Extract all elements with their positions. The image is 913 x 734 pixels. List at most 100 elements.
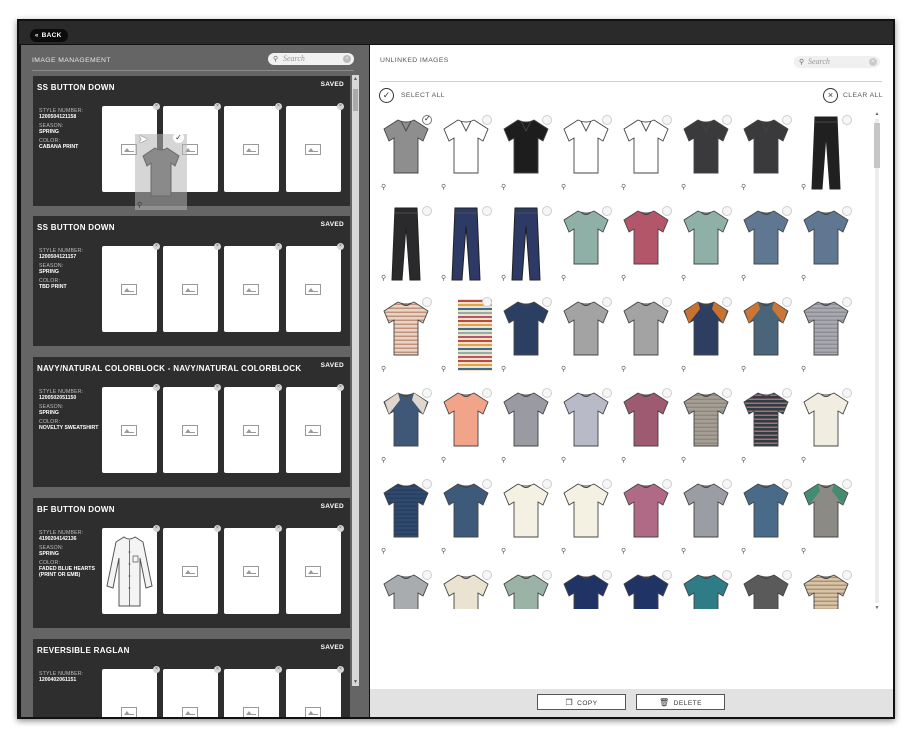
- select-checkbox[interactable]: [482, 297, 492, 307]
- zoom-icon[interactable]: ⚲: [741, 456, 746, 464]
- zoom-icon[interactable]: ⚲: [501, 274, 506, 282]
- zoom-icon[interactable]: ⚲: [681, 456, 686, 464]
- unlinked-image-thumb[interactable]: ⚲: [498, 113, 554, 193]
- remove-icon[interactable]: ×: [214, 384, 221, 391]
- select-checkbox[interactable]: [602, 388, 612, 398]
- unlinked-image-thumb[interactable]: ⚲: [798, 204, 854, 284]
- select-checkbox[interactable]: [422, 206, 432, 216]
- zoom-icon[interactable]: ⚲: [741, 365, 746, 373]
- unlinked-image-thumb[interactable]: ⚲: [378, 295, 434, 375]
- remove-icon[interactable]: ×: [275, 525, 282, 532]
- remove-icon[interactable]: ×: [214, 666, 221, 673]
- style-card[interactable]: BF BUTTON DOWN SAVED STYLE NUMBER: 41902…: [33, 498, 350, 628]
- zoom-icon[interactable]: ⚲: [561, 365, 566, 373]
- style-card[interactable]: SS BUTTON DOWN SAVED STYLE NUMBER: 12005…: [33, 216, 350, 346]
- back-button[interactable]: «BACK: [30, 29, 68, 42]
- remove-icon[interactable]: ×: [153, 525, 160, 532]
- scroll-up-icon[interactable]: ▲: [352, 76, 359, 82]
- select-checkbox[interactable]: [782, 115, 792, 125]
- unlinked-image-thumb[interactable]: ⚲: [738, 295, 794, 375]
- select-checkbox[interactable]: [602, 115, 612, 125]
- zoom-icon[interactable]: ⚲: [621, 456, 626, 464]
- zoom-icon[interactable]: ⚲: [381, 274, 386, 282]
- unlinked-image-thumb[interactable]: ⚲: [738, 204, 794, 284]
- unlinked-image-thumb[interactable]: ⚲: [618, 295, 674, 375]
- remove-icon[interactable]: ×: [153, 103, 160, 110]
- select-checkbox[interactable]: [542, 570, 552, 580]
- image-slot[interactable]: ×: [102, 666, 160, 717]
- image-slot[interactable]: ×: [102, 243, 160, 332]
- unlinked-image-thumb[interactable]: ⚲: [558, 204, 614, 284]
- remove-icon[interactable]: ×: [337, 103, 344, 110]
- image-slot[interactable]: ×: [286, 525, 344, 614]
- clear-all-button[interactable]: × CLEAR ALL: [823, 88, 887, 104]
- zoom-icon[interactable]: ⚲: [741, 547, 746, 555]
- select-checkbox[interactable]: [542, 206, 552, 216]
- select-checkbox[interactable]: [842, 388, 852, 398]
- zoom-icon[interactable]: ⚲: [621, 274, 626, 282]
- unlinked-image-thumb[interactable]: ⚲: [798, 295, 854, 375]
- zoom-icon[interactable]: ⚲: [741, 183, 746, 191]
- unlinked-image-thumb[interactable]: ⚲: [738, 386, 794, 466]
- unlinked-image-thumb[interactable]: ⚲: [738, 477, 794, 557]
- image-slot[interactable]: ×: [286, 666, 344, 717]
- zoom-icon[interactable]: ⚲: [501, 456, 506, 464]
- select-checkbox[interactable]: [842, 570, 852, 580]
- select-checkbox[interactable]: [722, 570, 732, 580]
- remove-icon[interactable]: ×: [214, 525, 221, 532]
- remove-icon[interactable]: ×: [214, 103, 221, 110]
- select-checkbox[interactable]: [842, 115, 852, 125]
- unlinked-image-thumb[interactable]: ⚲: [618, 568, 674, 609]
- select-checkbox[interactable]: [482, 206, 492, 216]
- select-checkbox[interactable]: [602, 570, 612, 580]
- select-checkbox[interactable]: [722, 115, 732, 125]
- image-slot[interactable]: ×: [224, 666, 282, 717]
- select-checkbox[interactable]: [662, 388, 672, 398]
- unlinked-image-thumb[interactable]: ⚲: [798, 113, 854, 193]
- unlinked-image-thumb[interactable]: ⚲: [558, 477, 614, 557]
- select-checkbox[interactable]: [662, 115, 672, 125]
- select-checkbox[interactable]: [722, 297, 732, 307]
- scroll-down-icon[interactable]: ▼: [352, 679, 359, 685]
- unlinked-image-thumb[interactable]: ⚲: [558, 568, 614, 609]
- unlinked-image-thumb[interactable]: ⚲: [558, 295, 614, 375]
- image-slot[interactable]: ×: [163, 384, 221, 473]
- unlinked-image-thumb[interactable]: ⚲: [678, 204, 734, 284]
- unlinked-image-thumb[interactable]: ⚲: [498, 568, 554, 609]
- select-checkbox[interactable]: [722, 206, 732, 216]
- select-checkbox[interactable]: [422, 479, 432, 489]
- select-checkbox[interactable]: [422, 388, 432, 398]
- select-checkbox[interactable]: [542, 297, 552, 307]
- select-checkbox[interactable]: [422, 114, 432, 125]
- zoom-icon[interactable]: ⚲: [441, 365, 446, 373]
- unlinked-image-thumb[interactable]: ⚲: [678, 568, 734, 609]
- clear-search-icon[interactable]: ×: [343, 55, 351, 63]
- select-checkbox[interactable]: [542, 388, 552, 398]
- image-slot[interactable]: ×: [286, 384, 344, 473]
- select-checkbox[interactable]: [602, 479, 612, 489]
- unlinked-image-thumb[interactable]: ⚲: [618, 477, 674, 557]
- zoom-icon[interactable]: ⚲: [801, 274, 806, 282]
- select-checkbox[interactable]: [482, 115, 492, 125]
- unlinked-image-thumb[interactable]: ⚲: [438, 295, 494, 375]
- search-input[interactable]: ⚲ Search ×: [268, 53, 354, 65]
- unlinked-image-thumb[interactable]: ⚲: [498, 204, 554, 284]
- select-checkbox[interactable]: [422, 570, 432, 580]
- zoom-icon[interactable]: ⚲: [621, 365, 626, 373]
- unlinked-image-thumb[interactable]: ⚲: [378, 568, 434, 609]
- image-slot[interactable]: ×: [224, 384, 282, 473]
- remove-icon[interactable]: ×: [153, 243, 160, 250]
- zoom-icon[interactable]: ⚲: [801, 183, 806, 191]
- unlinked-image-thumb[interactable]: ⚲: [678, 113, 734, 193]
- select-checkbox[interactable]: [722, 479, 732, 489]
- unlinked-image-thumb[interactable]: ⚲: [798, 386, 854, 466]
- unlinked-image-thumb[interactable]: ⚲: [378, 113, 434, 193]
- unlinked-image-thumb[interactable]: ⚲: [438, 113, 494, 193]
- select-checkbox[interactable]: [542, 479, 552, 489]
- zoom-icon[interactable]: ⚲: [561, 547, 566, 555]
- zoom-icon[interactable]: ⚲: [381, 365, 386, 373]
- zoom-icon[interactable]: ⚲: [501, 183, 506, 191]
- unlinked-image-thumb[interactable]: ⚲: [498, 386, 554, 466]
- select-checkbox[interactable]: [842, 297, 852, 307]
- zoom-icon[interactable]: ⚲: [801, 365, 806, 373]
